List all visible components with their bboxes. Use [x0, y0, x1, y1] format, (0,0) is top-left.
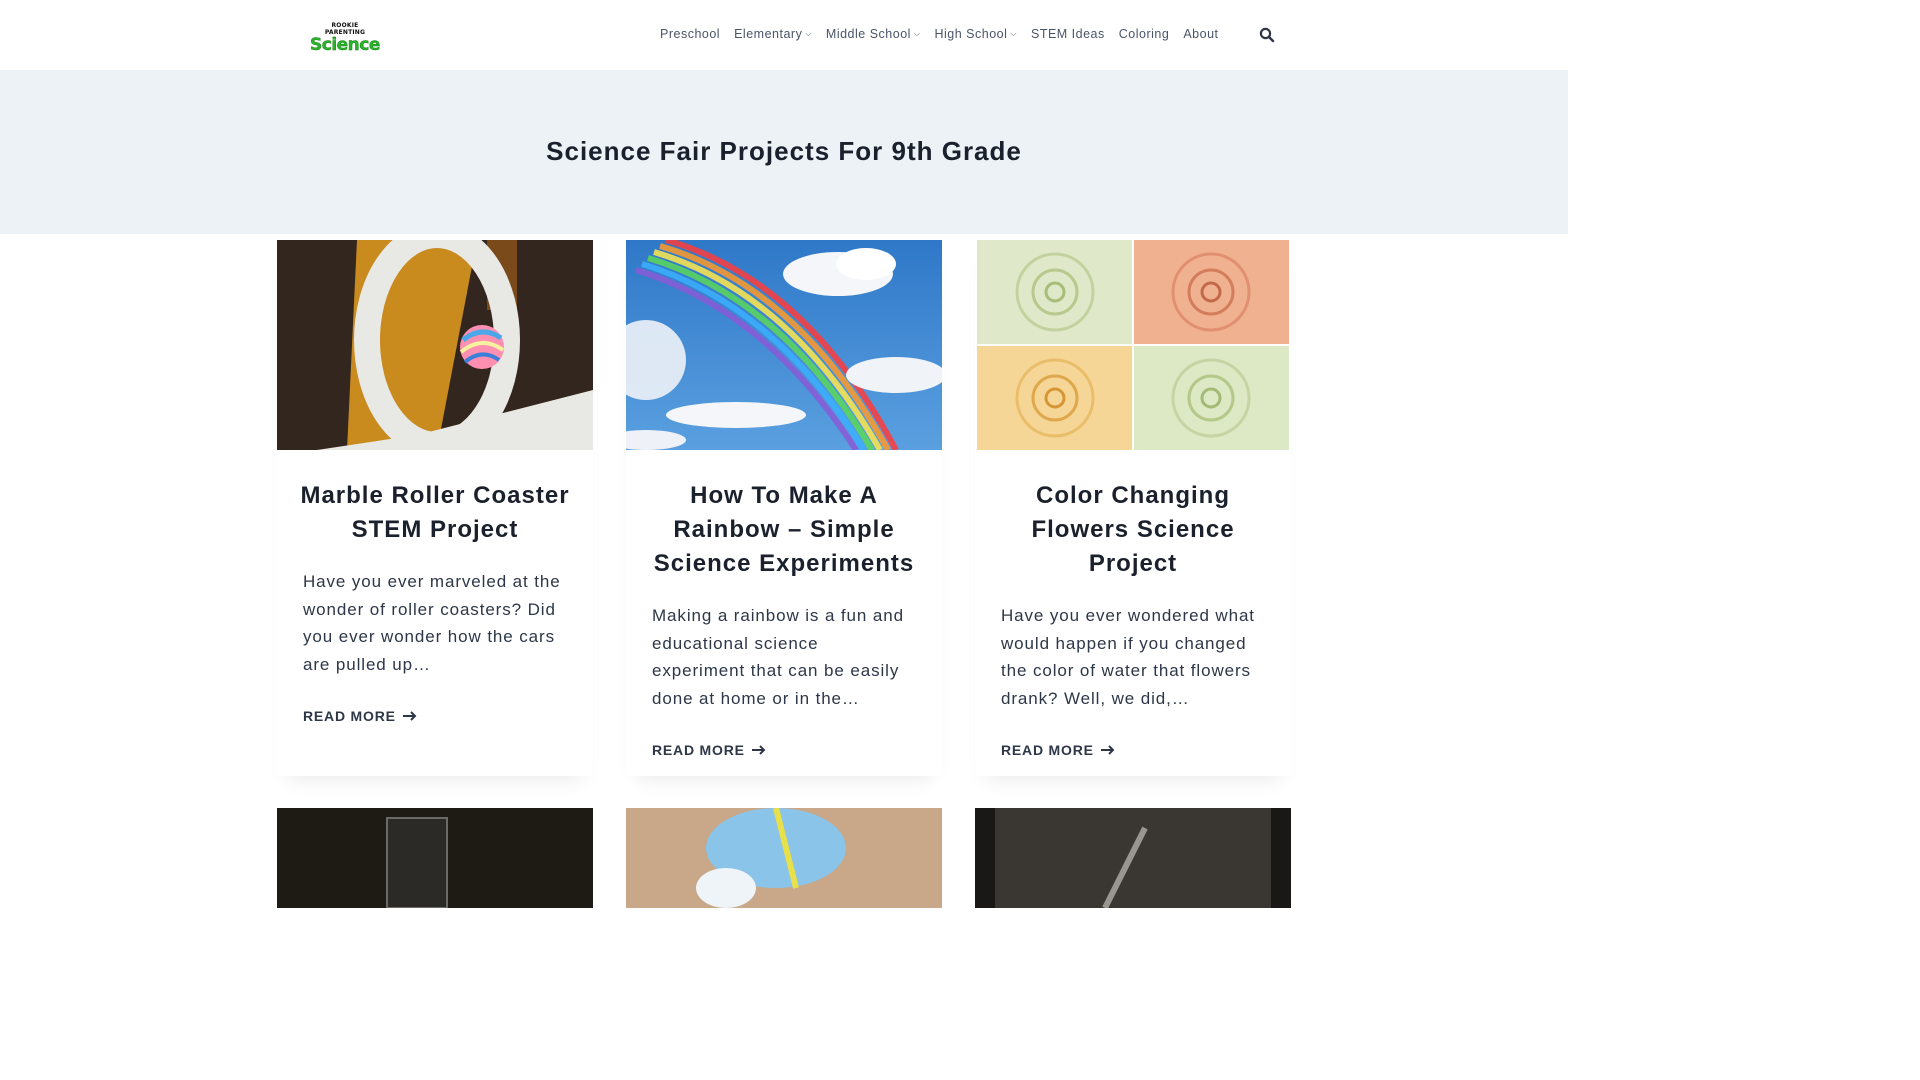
post-thumbnail[interactable] — [626, 240, 942, 450]
nav-item-about[interactable]: About — [1183, 27, 1218, 41]
post-card: Marble Roller Coaster STEM Project Have … — [277, 240, 593, 776]
nav-label: About — [1183, 27, 1219, 41]
chevron-down-icon: ⌵ — [913, 29, 921, 38]
nav-item-stem-ideas[interactable]: STEM Ideas — [1031, 27, 1105, 41]
read-more-label: READ MORE — [1001, 742, 1094, 758]
post-thumbnail[interactable] — [277, 808, 593, 908]
main-nav: Preschool Elementary ⌵ Middle School ⌵ Hig… — [660, 27, 1233, 41]
read-more-label: READ MORE — [652, 742, 745, 758]
chevron-down-icon: ⌵ — [1010, 29, 1017, 38]
read-more-link[interactable]: READ MORE — [277, 708, 593, 724]
page-title: Science Fair Projects For 9th Grade — [546, 136, 1022, 166]
read-more-link[interactable]: READ MORE — [975, 742, 1291, 758]
nav-item-coloring[interactable]: Coloring — [1119, 27, 1170, 41]
nav-label: Middle School — [825, 27, 911, 41]
nav-item-middle-school[interactable]: Middle School ⌵ — [826, 27, 921, 41]
post-title[interactable]: Marble Roller Coaster STEM Project — [277, 479, 593, 547]
post-excerpt: Have you ever marveled at the wonder of … — [303, 572, 561, 674]
post-title[interactable]: Color Changing Flowers Science Project — [975, 479, 1291, 581]
post-thumbnail[interactable] — [626, 808, 942, 908]
nav-item-preschool[interactable]: Preschool — [660, 27, 720, 41]
nav-label: High School — [934, 27, 1008, 41]
post-thumbnail[interactable] — [975, 808, 1291, 908]
nav-label: Elementary — [734, 27, 803, 41]
search-icon[interactable] — [1259, 27, 1275, 43]
site-header: ROOKIE PARENTING Science Preschool Eleme… — [0, 0, 1568, 70]
site-logo[interactable]: ROOKIE PARENTING Science — [310, 22, 384, 54]
arrow-right-icon — [402, 711, 417, 721]
logo-tagline: ROOKIE PARENTING — [324, 22, 366, 36]
post-excerpt: Have you ever wondered what would happen… — [1001, 606, 1255, 708]
chevron-down-icon: ⌵ — [805, 29, 812, 38]
post-thumbnail[interactable] — [975, 240, 1291, 450]
nav-label: Preschool — [660, 27, 721, 41]
nav-label: Coloring — [1118, 27, 1170, 41]
read-more-label: READ MORE — [303, 708, 396, 724]
nav-item-high-school[interactable]: High School ⌵ — [935, 27, 1017, 41]
post-card: Color Changing Flowers Science Project H… — [975, 240, 1291, 776]
post-card: How To Make A Rainbow – Simple Science E… — [626, 240, 942, 776]
post-title[interactable]: How To Make A Rainbow – Simple Science E… — [626, 479, 942, 581]
logo-wordmark: Science — [310, 35, 381, 55]
nav-label: STEM Ideas — [1030, 27, 1105, 41]
post-thumbnail[interactable] — [277, 240, 593, 450]
nav-item-elementary[interactable]: Elementary ⌵ — [734, 27, 812, 41]
arrow-right-icon — [751, 745, 766, 755]
post-excerpt: Making a rainbow is a fun and educationa… — [652, 606, 904, 708]
arrow-right-icon — [1100, 745, 1115, 755]
page-hero: Science Fair Projects For 9th Grade — [0, 70, 1568, 234]
read-more-link[interactable]: READ MORE — [626, 742, 942, 758]
